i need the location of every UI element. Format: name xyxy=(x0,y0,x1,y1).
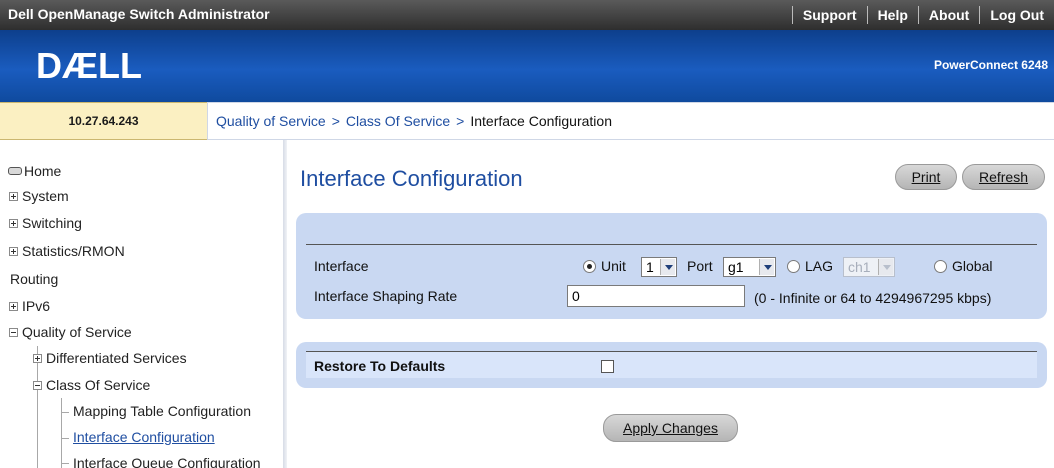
chevron-down-icon xyxy=(878,259,893,275)
collapse-minus-icon[interactable] xyxy=(9,327,18,337)
tree-line xyxy=(61,412,69,413)
home-icon xyxy=(8,167,22,175)
help-link[interactable]: Help xyxy=(868,7,918,23)
nav-queue-config[interactable]: Interface Queue Configuration xyxy=(73,455,261,468)
unit-select-value: 1 xyxy=(646,259,654,275)
logout-link[interactable]: Log Out xyxy=(980,7,1054,23)
nav-interface-config[interactable]: Interface Configuration xyxy=(73,429,215,445)
breadcrumb-current: Interface Configuration xyxy=(470,113,612,129)
port-select[interactable]: g1 xyxy=(723,257,776,277)
nav-divider[interactable] xyxy=(283,140,287,468)
nav-ipv6[interactable]: IPv6 xyxy=(9,298,50,314)
unit-label: Unit xyxy=(601,258,626,274)
chevron-down-icon xyxy=(759,259,774,275)
lag-radio[interactable] xyxy=(787,260,800,273)
tree-line xyxy=(61,438,69,439)
nav-routing-label: Routing xyxy=(10,271,59,287)
breadcrumb-cos-link[interactable]: Class Of Service xyxy=(346,113,450,129)
interface-panel: Interface Unit 1 Port g1 LAG ch1 Global … xyxy=(296,213,1047,319)
nav-qos[interactable]: Quality of Service xyxy=(9,324,132,340)
nav-switching[interactable]: Switching xyxy=(9,215,82,231)
port-label: Port xyxy=(687,258,713,274)
breadcrumb-separator: > xyxy=(456,113,465,129)
nav-home[interactable]: Home xyxy=(8,163,61,179)
nav-statistics[interactable]: Statistics/RMON xyxy=(9,243,125,259)
dell-logo: DÆLL xyxy=(36,46,142,86)
banner: DÆLL PowerConnect 6248 xyxy=(0,30,1054,102)
nav-diffserv[interactable]: Differentiated Services xyxy=(33,350,187,366)
top-links: Support Help About Log Out xyxy=(791,0,1054,30)
print-button[interactable]: Print xyxy=(895,164,957,190)
nav-tree: Home System Switching Statistics/RMON Ro… xyxy=(0,140,283,468)
app-title: Dell OpenManage Switch Administrator xyxy=(8,6,270,22)
support-link[interactable]: Support xyxy=(793,7,867,23)
shaping-rate-input[interactable]: 0 xyxy=(567,285,745,307)
port-select-value: g1 xyxy=(728,259,744,275)
expand-plus-icon[interactable] xyxy=(9,191,18,201)
breadcrumb-separator: > xyxy=(331,113,340,129)
interface-label: Interface xyxy=(314,258,369,274)
refresh-button[interactable]: Refresh xyxy=(962,164,1045,190)
nav-routing[interactable]: Routing xyxy=(10,271,58,287)
lag-label: LAG xyxy=(805,258,834,274)
nav-interface-config-label: Interface Configuration xyxy=(73,429,215,445)
breadcrumb: Quality of Service > Class Of Service > … xyxy=(207,102,1054,140)
ip-address: 10.27.64.243 xyxy=(0,102,207,140)
nav-statistics-label: Statistics/RMON xyxy=(22,243,125,259)
panel-header-line xyxy=(306,244,1037,245)
lag-select-value: ch1 xyxy=(848,259,871,275)
shaping-rate-hint: (0 - Infinite or 64 to 4294967295 kbps) xyxy=(754,290,992,306)
about-link[interactable]: About xyxy=(919,7,979,23)
expand-plus-icon[interactable] xyxy=(9,301,18,311)
nav-switching-label: Switching xyxy=(22,215,82,231)
logo-text: DÆLL xyxy=(36,46,142,86)
nav-diffserv-label: Differentiated Services xyxy=(46,350,187,366)
breadcrumb-qos-link[interactable]: Quality of Service xyxy=(216,113,326,129)
nav-mapping-table[interactable]: Mapping Table Configuration xyxy=(73,403,251,419)
global-label: Global xyxy=(952,258,993,274)
nav-qos-label: Quality of Service xyxy=(22,324,132,340)
unit-select[interactable]: 1 xyxy=(641,257,677,277)
product-name: PowerConnect 6248 xyxy=(933,58,1048,72)
tree-line xyxy=(61,463,69,464)
nav-queue-config-label: Interface Queue Configuration xyxy=(73,455,261,468)
lag-select: ch1 xyxy=(843,257,895,277)
chevron-down-icon xyxy=(660,259,675,275)
apply-changes-button[interactable]: Apply Changes xyxy=(603,414,738,442)
collapse-minus-icon[interactable] xyxy=(33,380,42,390)
nav-cos[interactable]: Class Of Service xyxy=(33,377,150,393)
expand-plus-icon[interactable] xyxy=(9,218,18,228)
restore-checkbox[interactable] xyxy=(601,360,614,373)
page-title: Interface Configuration xyxy=(300,166,523,191)
nav-cos-label: Class Of Service xyxy=(46,377,151,393)
global-radio[interactable] xyxy=(934,260,947,273)
expand-plus-icon[interactable] xyxy=(33,353,42,363)
nav-system[interactable]: System xyxy=(9,188,69,204)
shaping-rate-label: Interface Shaping Rate xyxy=(314,288,458,304)
nav-system-label: System xyxy=(22,188,69,204)
nav-mapping-label: Mapping Table Configuration xyxy=(73,403,251,419)
top-bar: Dell OpenManage Switch Administrator Sup… xyxy=(0,0,1054,30)
expand-plus-icon[interactable] xyxy=(9,246,18,256)
unit-radio[interactable] xyxy=(583,260,596,273)
shaping-rate-value: 0 xyxy=(572,288,580,304)
restore-panel: Restore To Defaults xyxy=(296,342,1047,388)
tree-line xyxy=(61,398,62,468)
nav-home-label: Home xyxy=(24,163,62,179)
nav-ipv6-label: IPv6 xyxy=(22,298,51,314)
restore-label: Restore To Defaults xyxy=(314,358,446,374)
